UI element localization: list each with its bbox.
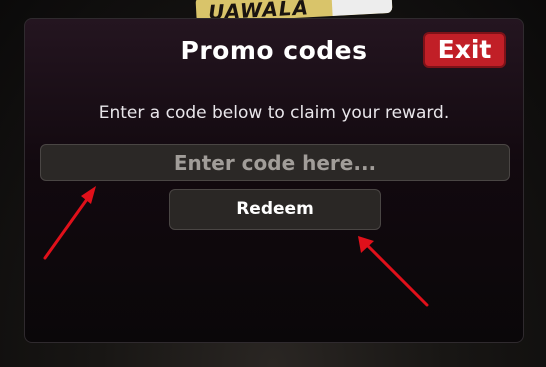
logo-stripe <box>331 0 393 16</box>
exit-button[interactable]: Exit <box>423 32 506 68</box>
redeem-button[interactable]: Redeem <box>169 189 381 230</box>
promo-code-input[interactable] <box>40 144 510 181</box>
instruction-text: Enter a code below to claim your reward. <box>98 103 450 123</box>
promo-codes-dialog: Promo codes Exit Enter a code below to c… <box>24 18 524 343</box>
